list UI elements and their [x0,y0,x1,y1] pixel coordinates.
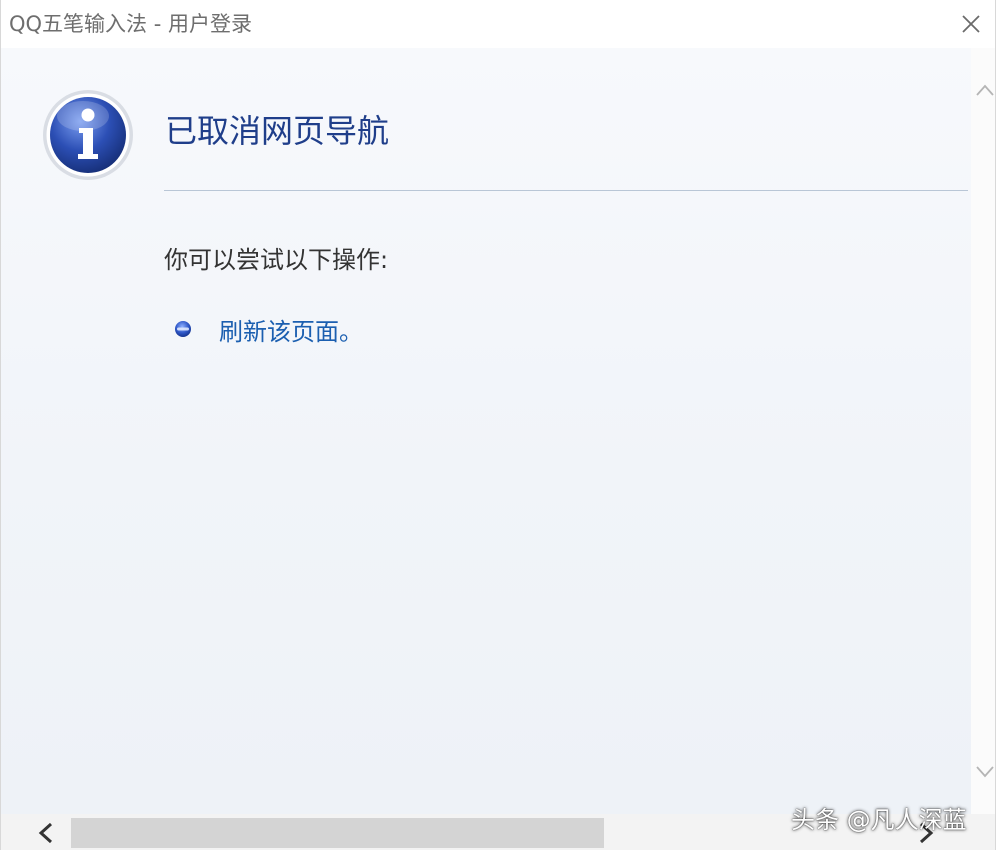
chevron-up-icon[interactable] [975,82,995,98]
dialog-window: QQ五笔输入法 - 用户登录 已取消网页导航 你可以尝试以下操作: 刷新该页面。… [0,0,996,850]
page-title: 已取消网页导航 [165,112,390,150]
close-button[interactable] [955,8,987,40]
close-icon [962,15,980,33]
divider [164,190,968,191]
info-icon [43,90,133,180]
refresh-page-link[interactable]: 刷新该页面。 [219,312,363,347]
horizontal-scroll-thumb[interactable] [71,818,604,848]
suggestion-intro: 你可以尝试以下操作: [164,246,389,274]
chevron-down-icon[interactable] [975,764,995,780]
bullet-icon [175,321,191,337]
window-title: QQ五笔输入法 - 用户登录 [9,12,252,36]
chevron-left-icon[interactable] [35,820,57,846]
watermark: 头条 @凡人深蓝 [791,806,967,834]
title-bar: QQ五笔输入法 - 用户登录 [1,0,995,48]
vertical-scrollbar[interactable] [971,48,995,814]
message-content: 已取消网页导航 你可以尝试以下操作: 刷新该页面。 [1,48,971,814]
